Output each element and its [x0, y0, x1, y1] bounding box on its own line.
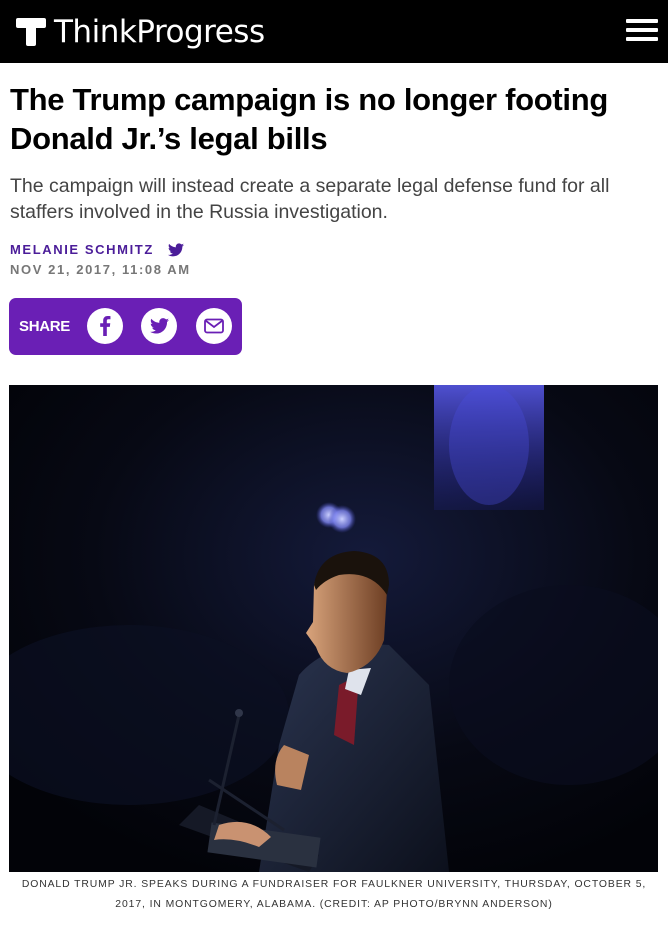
- site-header: ThinkProgress: [0, 0, 668, 63]
- twitter-share-button[interactable]: [141, 308, 177, 344]
- byline: MELANIE SCHMITZ: [10, 242, 184, 257]
- facebook-share-button[interactable]: [87, 308, 123, 344]
- author-link[interactable]: MELANIE SCHMITZ: [10, 242, 154, 257]
- hamburger-menu-icon[interactable]: [626, 17, 658, 43]
- share-label: SHARE: [19, 318, 71, 335]
- article-photo: [9, 385, 658, 872]
- facebook-icon: [100, 316, 111, 336]
- twitter-icon: [149, 318, 169, 334]
- photo-caption: DONALD TRUMP JR. SPEAKS DURING A FUNDRAI…: [21, 879, 647, 910]
- site-logo[interactable]: ThinkProgress: [16, 14, 265, 50]
- email-icon: [204, 318, 224, 334]
- publish-date: NOV 21, 2017, 11:08 AM: [10, 262, 191, 277]
- article-headline: The Trump campaign is no longer footing …: [10, 82, 608, 156]
- email-share-button[interactable]: [196, 308, 232, 344]
- twitter-icon[interactable]: [167, 242, 184, 257]
- share-bar: SHARE: [9, 298, 242, 355]
- article-dek: The campaign will instead create a separ…: [10, 175, 610, 223]
- site-name: ThinkProgress: [54, 14, 265, 50]
- thinkprogress-t-logo-icon: [16, 18, 46, 46]
